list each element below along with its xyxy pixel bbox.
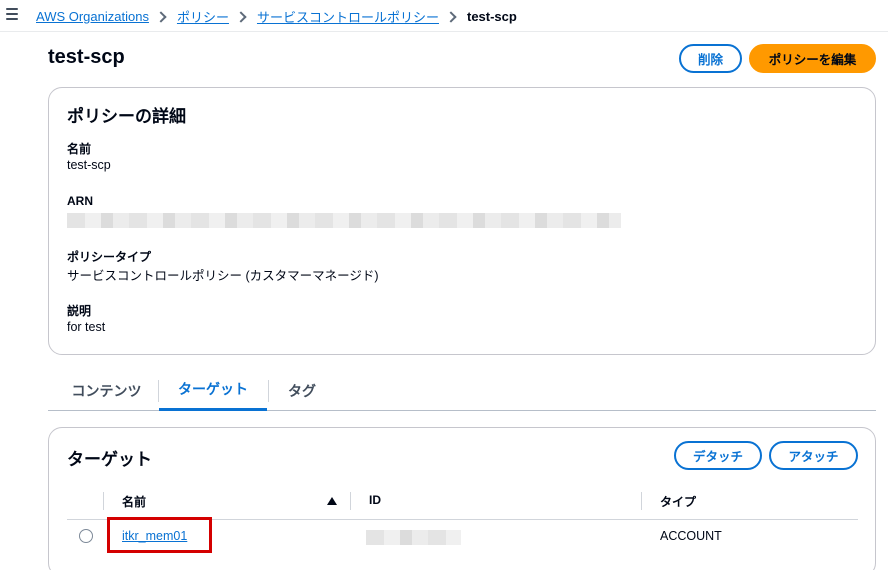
highlight-box	[107, 517, 212, 553]
chevron-right-icon	[445, 10, 457, 23]
description-label: 説明	[67, 304, 92, 318]
target-id-redacted	[366, 530, 461, 545]
target-type: ACCOUNT	[660, 529, 722, 543]
chevron-right-icon	[235, 10, 247, 23]
column-divider	[103, 492, 104, 510]
breadcrumb-policies[interactable]: ポリシー	[177, 7, 229, 26]
breadcrumb-current: test-scp	[466, 9, 517, 24]
page-title: test-scp	[48, 46, 125, 68]
details-title: ポリシーの詳細	[67, 107, 186, 126]
tab-contents[interactable]: コンテンツ	[56, 370, 157, 411]
row-select-radio[interactable]	[79, 529, 93, 543]
column-divider	[350, 492, 351, 510]
attach-button[interactable]: アタッチ	[769, 441, 858, 470]
tab-targets[interactable]: ターゲット	[159, 370, 267, 411]
arn-label: ARN	[67, 194, 93, 208]
policy-details-panel: ポリシーの詳細 名前 test-scp ARN ポリシータイプ サービスコントロ…	[48, 87, 876, 355]
breadcrumb: AWS Organizations ポリシー サービスコントロールポリシー te…	[36, 7, 517, 26]
detach-button[interactable]: デタッチ	[674, 441, 762, 470]
description-value: for test	[67, 320, 106, 334]
arn-redacted	[67, 213, 621, 228]
targets-title: ターゲット	[67, 450, 152, 469]
name-value: test-scp	[67, 158, 111, 172]
column-header-type[interactable]: タイプ	[660, 493, 696, 510]
column-header-name[interactable]: 名前	[122, 493, 146, 510]
policy-type-value: サービスコントロールポリシー (カスタマーマネージド)	[67, 269, 379, 283]
menu-icon[interactable]	[6, 8, 18, 20]
edit-policy-button[interactable]: ポリシーを編集	[749, 44, 876, 73]
delete-button[interactable]: 削除	[679, 44, 742, 73]
tab-tags[interactable]: タグ	[269, 370, 335, 411]
tab-bar: コンテンツ ターゲット タグ	[48, 370, 876, 411]
sort-ascending-icon[interactable]	[327, 497, 337, 505]
breadcrumb-aws-organizations[interactable]: AWS Organizations	[36, 9, 149, 24]
column-header-id[interactable]: ID	[369, 493, 381, 507]
targets-panel: ターゲット デタッチ アタッチ 名前 ID タイプ itkr_mem01 ACC…	[48, 427, 876, 570]
top-bar: AWS Organizations ポリシー サービスコントロールポリシー te…	[0, 0, 888, 32]
chevron-right-icon	[155, 10, 167, 23]
column-divider	[641, 492, 642, 510]
breadcrumb-scp[interactable]: サービスコントロールポリシー	[257, 7, 439, 26]
policy-type-label: ポリシータイプ	[67, 250, 152, 264]
name-label: 名前	[67, 142, 92, 156]
